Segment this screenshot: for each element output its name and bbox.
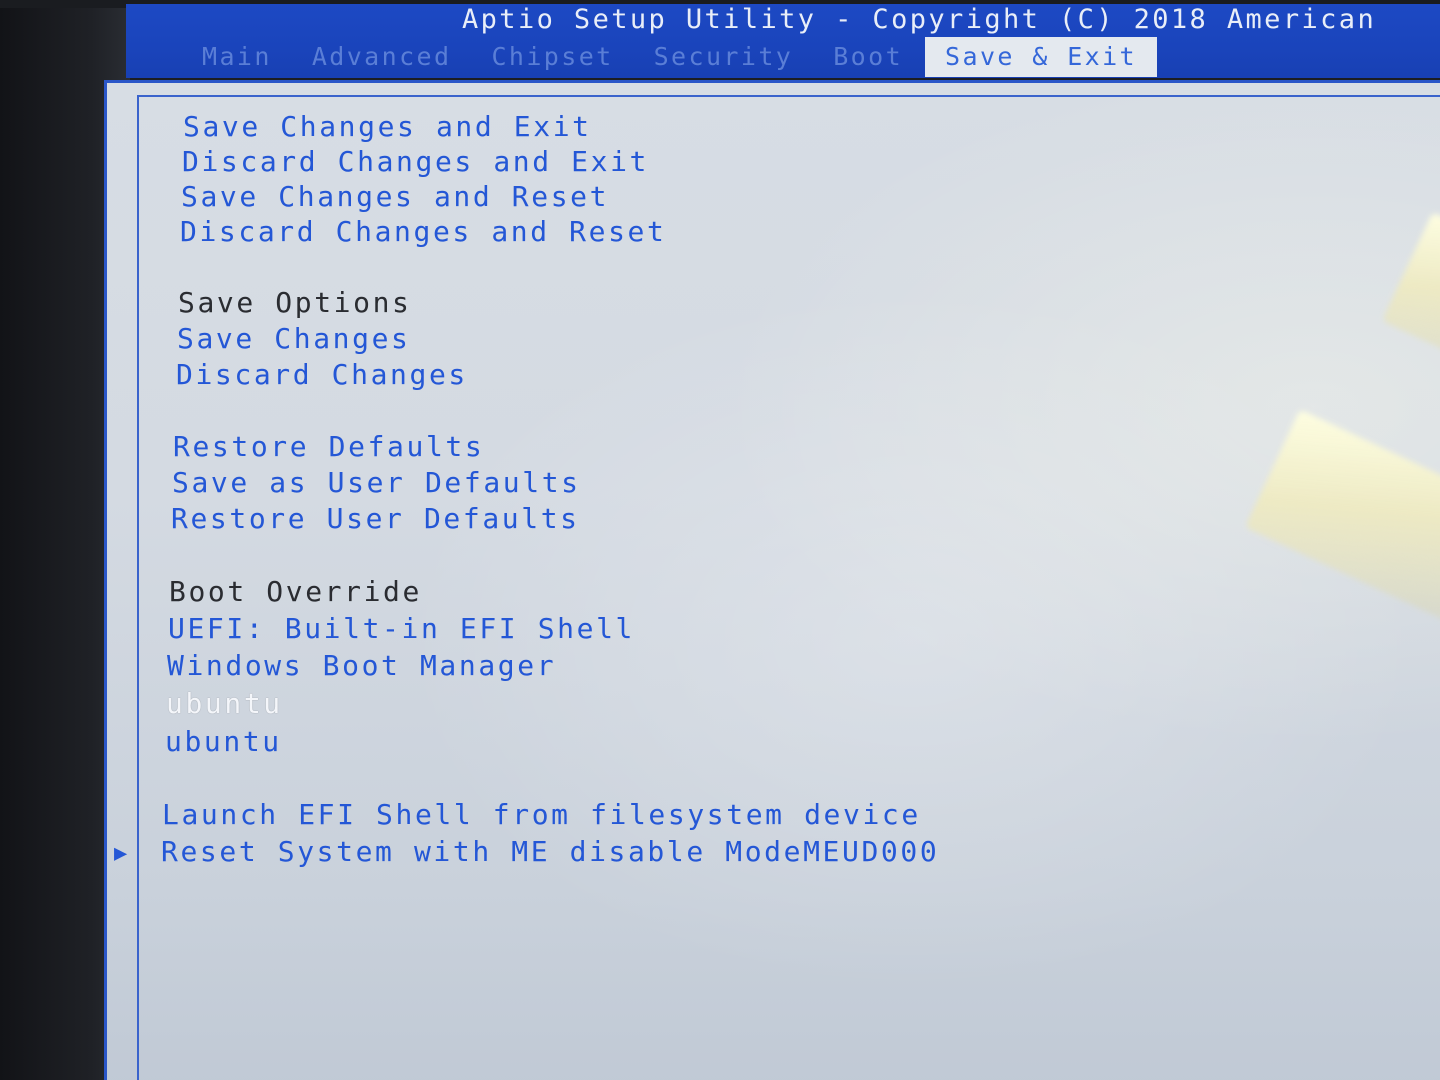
menu-item-discard-changes-and-exit[interactable]: Discard Changes and Exit: [182, 144, 649, 180]
menu-item-save-changes[interactable]: Save Changes: [177, 321, 411, 357]
tab-bar: Main Advanced Chipset Security Boot Save…: [202, 37, 1158, 77]
menu-item-restore-user-defaults[interactable]: Restore User Defaults: [171, 501, 580, 537]
bios-screen: Aptio Setup Utility - Copyright (C) 2018…: [0, 0, 1440, 1080]
menu-item-reset-me-disable[interactable]: Reset System with ME disable ModeMEUD000: [161, 834, 939, 870]
tab-security[interactable]: Security: [654, 37, 794, 77]
boot-override-heading: Boot Override: [169, 575, 422, 608]
menu-item-save-as-user-defaults[interactable]: Save as User Defaults: [172, 465, 581, 501]
tab-advanced[interactable]: Advanced: [312, 37, 452, 77]
menu-item-launch-efi-shell[interactable]: Launch EFI Shell from filesystem device: [162, 797, 921, 833]
boot-item-ubuntu[interactable]: ubuntu: [165, 724, 282, 760]
tab-chipset[interactable]: Chipset: [491, 37, 613, 77]
boot-item-uefi-shell[interactable]: UEFI: Built-in EFI Shell: [168, 611, 635, 647]
menu-item-discard-changes[interactable]: Discard Changes: [176, 357, 468, 393]
menu-item-save-changes-and-reset[interactable]: Save Changes and Reset: [181, 179, 609, 215]
save-exit-menu: Save Changes and Exit Discard Changes an…: [107, 83, 1440, 1080]
menu-item-restore-defaults[interactable]: Restore Defaults: [173, 429, 484, 465]
tab-main[interactable]: Main: [202, 37, 272, 77]
boot-item-windows-boot-manager[interactable]: Windows Boot Manager: [167, 648, 556, 684]
menu-item-save-changes-and-exit[interactable]: Save Changes and Exit: [183, 109, 592, 145]
right-triangle-icon: ▶: [114, 841, 128, 866]
main-panel: Save Changes and Exit Discard Changes an…: [104, 80, 1440, 1080]
save-options-heading: Save Options: [178, 286, 412, 319]
boot-item-ubuntu-selected[interactable]: ubuntu: [166, 686, 283, 722]
utility-title: Aptio Setup Utility - Copyright (C) 2018…: [462, 4, 1377, 35]
tab-boot[interactable]: Boot: [833, 37, 903, 77]
menu-item-discard-changes-and-reset[interactable]: Discard Changes and Reset: [180, 214, 666, 250]
tab-save-exit[interactable]: Save & Exit: [925, 37, 1158, 77]
header-bar: Aptio Setup Utility - Copyright (C) 2018…: [126, 4, 1440, 78]
